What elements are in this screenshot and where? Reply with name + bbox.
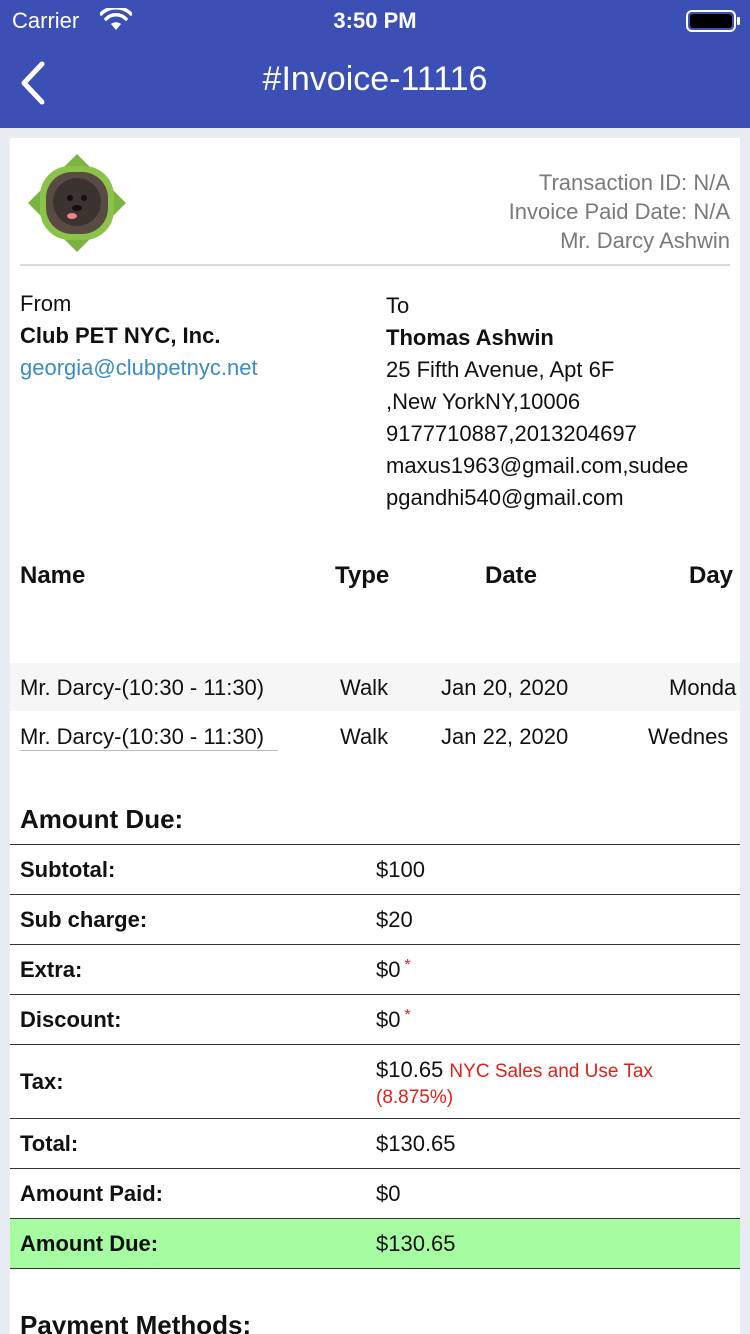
pet-name: Mr. Darcy Ashwin [560, 228, 730, 253]
amount-due-heading: Amount Due: [20, 804, 184, 834]
to-email-line: maxus1963@gmail.com,sudee [386, 453, 689, 478]
to-city-line: ,New YorkNY,10006 [386, 389, 581, 414]
amount-label: Sub charge: [20, 907, 148, 932]
from-label: From [20, 291, 72, 316]
amount-row-extra: Extra: $0 * [10, 945, 740, 995]
page-title: #Invoice-11116 [262, 60, 488, 98]
nav-bar: #Invoice-11116 [0, 40, 750, 128]
amount-row-discount: Discount: $0 * [10, 995, 740, 1045]
service-name: Mr. Darcy-(10:30 - 11:30) [20, 724, 265, 749]
service-day: Wednes [648, 724, 729, 749]
amount-row-subtotal: Subtotal: $100 [10, 845, 740, 895]
scroll-indicator [20, 750, 278, 751]
amount-label: Total: [20, 1131, 79, 1156]
to-phone-line: 9177710887,2013204697 [386, 421, 637, 446]
required-mark: * [404, 1007, 411, 1024]
status-bar: Carrier 3:50 PM [0, 0, 750, 40]
to-name: Thomas Ashwin [386, 325, 554, 350]
amount-value: $130.65 [376, 1131, 456, 1156]
service-date: Jan 20, 2020 [441, 675, 569, 700]
amount-value-wrap: $0 * [376, 957, 726, 983]
amount-value: $0 [376, 1007, 401, 1032]
amount-label: Subtotal: [20, 857, 116, 882]
service-name: Mr. Darcy-(10:30 - 11:30) [20, 675, 265, 700]
col-header-type: Type [335, 562, 390, 589]
table-row: Mr. Darcy-(10:30 - 11:30) Walk Jan 22, 2… [10, 712, 740, 760]
divider [20, 264, 730, 266]
to-block: To Thomas Ashwin 25 Fifth Avenue, Apt 6F… [386, 290, 736, 514]
service-date: Jan 22, 2020 [441, 724, 569, 749]
battery-icon [686, 10, 740, 32]
to-label: To [386, 293, 410, 318]
pet-avatar [28, 154, 126, 252]
table-row: Mr. Darcy-(10:30 - 11:30) Walk Jan 20, 2… [10, 663, 740, 711]
amount-value: $10.65 [376, 1057, 444, 1082]
from-email-link[interactable]: georgia@clubpetnyc.net [20, 352, 258, 384]
col-header-name: Name [20, 562, 86, 589]
amount-label: Extra: [20, 957, 83, 982]
amount-label: Discount: [20, 1007, 122, 1032]
amount-row-subcharge: Sub charge: $20 [10, 895, 740, 945]
service-type: Walk [340, 675, 389, 700]
to-email-line-cont: pgandhi540@gmail.com [386, 485, 624, 510]
amount-value: $20 [376, 907, 413, 932]
from-block: From Club PET NYC, Inc. georgia@clubpetn… [20, 288, 258, 384]
amount-value-wrap: $10.65 NYC Sales and Use Tax (8.875%) [376, 1057, 726, 1109]
paid-date: Invoice Paid Date: N/A [508, 199, 730, 224]
amount-row-due: Amount Due: $130.65 [10, 1219, 740, 1269]
amount-value-wrap: $0 * [376, 1007, 726, 1033]
amount-row-tax: Tax: $10.65 NYC Sales and Use Tax (8.875… [10, 1045, 740, 1119]
amount-value: $0 [376, 1181, 401, 1206]
amount-row-paid: Amount Paid: $0 [10, 1169, 740, 1219]
amount-label: Amount Paid: [20, 1181, 163, 1206]
clock: 3:50 PM [333, 8, 417, 33]
amount-value: $100 [376, 857, 425, 882]
col-header-date: Date [485, 562, 538, 589]
transaction-id: Transaction ID: N/A [538, 170, 730, 195]
from-company: Club PET NYC, Inc. [20, 323, 221, 348]
transaction-info: Transaction ID: N/A Invoice Paid Date: N… [509, 168, 730, 255]
amount-value: $0 [376, 957, 401, 982]
required-mark: * [404, 957, 411, 974]
service-type: Walk [340, 724, 389, 749]
amount-row-total: Total: $130.65 [10, 1119, 740, 1169]
amount-label: Amount Due: [20, 1231, 159, 1256]
amount-table: Subtotal: $100 Sub charge: $20 Extra: $0… [10, 844, 740, 1269]
payment-methods-heading: Payment Methods: [20, 1310, 252, 1334]
amount-value: $130.65 [376, 1231, 456, 1256]
col-header-day: Day [689, 562, 734, 589]
to-address-line: 25 Fifth Avenue, Apt 6F [386, 357, 615, 382]
amount-label: Tax: [20, 1069, 64, 1094]
service-day: Monda [669, 675, 737, 700]
invoice-card: Transaction ID: N/A Invoice Paid Date: N… [10, 138, 740, 1334]
